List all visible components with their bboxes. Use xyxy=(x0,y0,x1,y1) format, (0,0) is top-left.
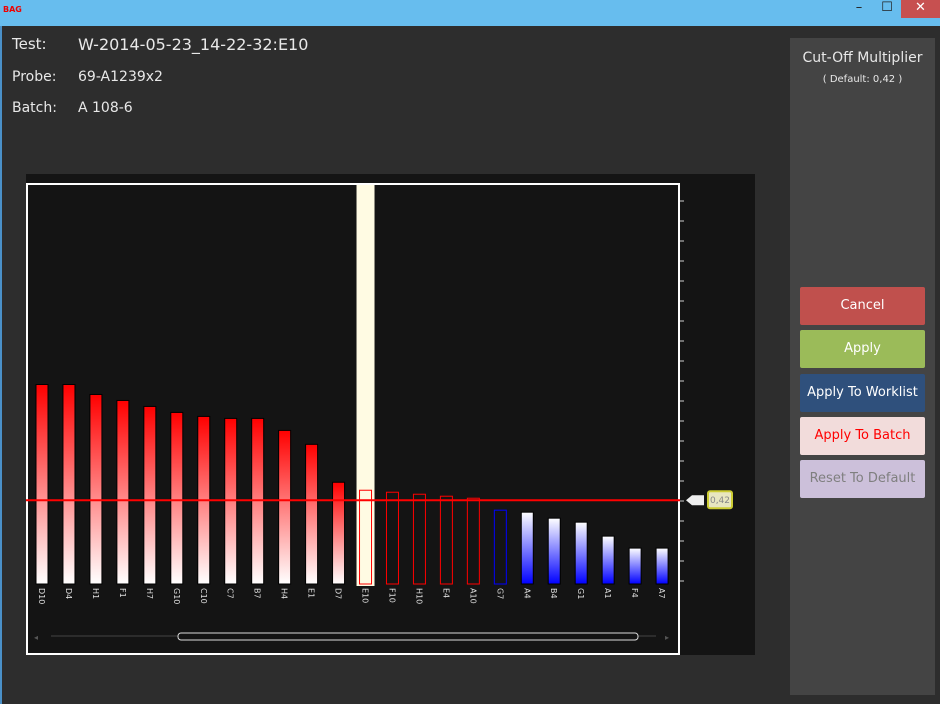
bar-label: E1 xyxy=(307,588,316,598)
maximize-button[interactable]: ☐ xyxy=(873,0,901,18)
apply-to-worklist-button[interactable]: Apply To Worklist xyxy=(800,374,925,412)
bar-A7[interactable] xyxy=(655,547,669,585)
bar-label: B7 xyxy=(253,588,262,599)
bar-label: A1 xyxy=(603,588,612,599)
probe-label: Probe: xyxy=(12,69,57,85)
bar-F4[interactable] xyxy=(628,547,642,585)
apply-button[interactable]: Apply xyxy=(800,330,925,368)
cutoff-handle-icon[interactable] xyxy=(686,495,704,506)
bar-label: F10 xyxy=(387,588,396,603)
bar-label: D7 xyxy=(334,588,343,599)
bar-label: A4 xyxy=(522,588,531,599)
bar-label: H10 xyxy=(414,588,423,604)
bar-A10[interactable] xyxy=(466,497,480,585)
bar-H7[interactable] xyxy=(143,405,157,585)
scrollbar-thumb[interactable] xyxy=(177,632,639,641)
probe-value: 69-A1239x2 xyxy=(78,69,163,85)
bar-label: B4 xyxy=(549,588,558,599)
bar-label: H4 xyxy=(280,588,289,599)
bar-A4[interactable] xyxy=(520,511,534,585)
bar-E1[interactable] xyxy=(305,443,319,585)
close-button[interactable]: ✕ xyxy=(901,0,940,18)
cutoff-chart: D10 D4 H1 F1 H7 G10 C10 C7 B7 H4 E1 D7 E10 F10 H10 E4 A1… xyxy=(26,174,755,655)
bar-label: F4 xyxy=(630,588,639,598)
batch-value: A 108-6 xyxy=(78,100,133,116)
bar-label: C10 xyxy=(199,588,208,604)
bar-label: D10 xyxy=(37,588,46,604)
bar-label: A10 xyxy=(468,588,477,604)
reset-to-default-button[interactable]: Reset To Default xyxy=(800,460,925,498)
cutoff-value-text: 0,42 xyxy=(710,496,730,506)
bar-label: E4 xyxy=(441,588,450,598)
bar-D10[interactable] xyxy=(35,384,49,585)
bar-G1[interactable] xyxy=(574,521,588,585)
bar-label: C7 xyxy=(226,588,235,599)
batch-label: Batch: xyxy=(12,100,57,116)
chart-svg: D10 D4 H1 F1 H7 G10 C10 C7 B7 H4 E1 D7 E10 F10 H10 E4 A1… xyxy=(26,183,733,655)
bar-F1[interactable] xyxy=(116,399,130,585)
bar-label: G10 xyxy=(172,588,181,604)
bar-D7[interactable] xyxy=(332,481,346,585)
bar-F10[interactable] xyxy=(385,491,399,585)
bar-B4[interactable] xyxy=(547,517,561,585)
cutoff-default: ( Default: 0,42 ) xyxy=(822,74,903,85)
bar-label: H1 xyxy=(91,588,100,599)
bar-label: E10 xyxy=(361,588,370,603)
test-label: Test: xyxy=(12,35,47,53)
bar-label: F1 xyxy=(118,588,127,598)
bar-D4[interactable] xyxy=(62,384,76,585)
bar-A1[interactable] xyxy=(601,535,615,585)
bar-G7[interactable] xyxy=(493,509,507,585)
bar-H4[interactable] xyxy=(278,429,292,585)
minimize-button[interactable]: – xyxy=(845,0,873,18)
bar-label: G1 xyxy=(576,588,585,599)
apply-to-batch-button[interactable]: Apply To Batch xyxy=(800,417,925,455)
scroll-left-icon[interactable]: ◂ xyxy=(34,633,38,642)
bar-E4[interactable] xyxy=(439,495,453,585)
bar-H1[interactable] xyxy=(89,393,103,585)
test-value: W-2014-05-23_14-22-32:E10 xyxy=(78,35,309,54)
bar-label: A7 xyxy=(657,588,666,599)
cancel-button[interactable]: Cancel xyxy=(800,287,925,325)
cutoff-title: Cut-Off Multiplier xyxy=(802,50,923,66)
bar-G10[interactable] xyxy=(170,411,184,585)
bar-label: H7 xyxy=(145,588,154,599)
bar-label: D4 xyxy=(64,588,73,599)
scroll-right-icon[interactable]: ▸ xyxy=(665,633,669,642)
app-logo-icon: BAG xyxy=(3,5,22,14)
title-bar: BAG – ☐ ✕ xyxy=(0,0,940,26)
bar-H10[interactable] xyxy=(412,493,426,585)
bar-label: G7 xyxy=(495,588,504,599)
side-panel: Cut-Off Multiplier ( Default: 0,42 ) Can… xyxy=(790,38,935,695)
